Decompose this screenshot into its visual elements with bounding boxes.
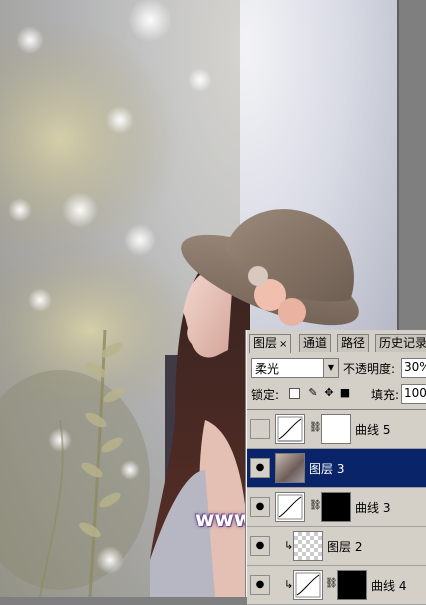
tab-history-label: 历史记录	[379, 336, 426, 350]
mask-thumbnail[interactable]	[321, 492, 351, 522]
curves-graph-icon	[277, 416, 303, 442]
clipping-arrow-icon: ↳	[284, 578, 294, 591]
mask-thumbnail[interactable]	[321, 414, 351, 444]
lock-row: 锁定: ✎ ✥ ■ 填充: 100%	[251, 384, 426, 404]
layer-thumbnail	[293, 531, 323, 561]
layer-row[interactable]: ● ↳ ⛓ 曲线 4	[247, 566, 426, 605]
layers-panel: 图层× 通道 路径 历史记录 柔光 ▼ 不透明度: 30% 锁定: ✎ ✥ ■ …	[246, 330, 426, 605]
tab-channels[interactable]: 通道	[299, 334, 332, 352]
layer-name: 曲线 5	[355, 423, 391, 437]
chevron-down-icon[interactable]: ▼	[323, 359, 338, 377]
layers-list: ⛓ 曲线 5 ● 图层 3 ● ⛓ 曲线 3 ● ↳ 图层 2 ● ↳ ⛓ 曲线…	[247, 409, 426, 605]
fill-input[interactable]: 100%	[401, 384, 426, 404]
opacity-label: 不透明度:	[343, 362, 396, 376]
curves-graph-icon	[277, 494, 303, 520]
lock-label: 锁定:	[251, 388, 280, 402]
fill-value: 100%	[404, 386, 426, 400]
layer-name: 曲线 4	[371, 579, 407, 593]
opacity-input[interactable]: 30%	[401, 358, 426, 378]
blend-mode-value: 柔光	[255, 362, 280, 376]
curves-graph-icon	[295, 572, 321, 598]
link-icon[interactable]: ⛓	[309, 422, 322, 433]
fill-label: 填充:	[371, 388, 400, 402]
curves-thumbnail	[275, 414, 305, 444]
curves-thumbnail	[275, 492, 305, 522]
panel-tabs: 图层 × 通道 路径 历史记录	[247, 334, 426, 353]
layer-row[interactable]: ⛓ 曲线 5	[247, 410, 426, 449]
layer-thumbnail	[275, 453, 305, 483]
blend-mode-select[interactable]: 柔光 ▼	[251, 358, 339, 378]
tab-layers[interactable]: 图层 ×	[249, 334, 292, 353]
lock-all-icon[interactable]: ■	[339, 387, 351, 399]
layer-row[interactable]: ● ⛓ 曲线 3	[247, 488, 426, 527]
layer-name: 图层 2	[327, 540, 363, 554]
link-icon[interactable]: ⛓	[309, 500, 322, 511]
eye-icon[interactable]: ●	[250, 575, 270, 595]
tab-paths-label: 路径	[341, 336, 366, 350]
tab-history[interactable]: 历史记录	[375, 334, 426, 352]
link-icon[interactable]: ⛓	[325, 578, 338, 589]
layer-row[interactable]: ● ↳ 图层 2	[247, 527, 426, 566]
tab-layers-label: 图层	[253, 336, 278, 350]
curves-thumbnail	[293, 570, 323, 600]
eye-icon[interactable]: ●	[250, 536, 270, 556]
blend-row: 柔光 ▼ 不透明度: 30%	[251, 358, 426, 378]
layer-name: 曲线 3	[355, 501, 391, 515]
clipping-arrow-icon: ↳	[284, 539, 294, 552]
tab-channels-label: 通道	[303, 336, 328, 350]
opacity-value: 30%	[404, 360, 426, 374]
tab-paths[interactable]: 路径	[337, 334, 370, 352]
lock-transparency-icon[interactable]	[289, 388, 300, 399]
lock-move-icon[interactable]: ✥	[323, 387, 335, 399]
mask-thumbnail[interactable]	[337, 570, 367, 600]
eye-icon[interactable]: ●	[250, 458, 270, 478]
close-icon[interactable]: ×	[279, 339, 287, 350]
eye-icon[interactable]: ●	[250, 497, 270, 517]
layer-row-selected[interactable]: ● 图层 3	[247, 449, 426, 488]
lock-brush-icon[interactable]: ✎	[307, 387, 319, 399]
layer-name: 图层 3	[309, 462, 345, 476]
visibility-toggle[interactable]	[250, 419, 270, 439]
